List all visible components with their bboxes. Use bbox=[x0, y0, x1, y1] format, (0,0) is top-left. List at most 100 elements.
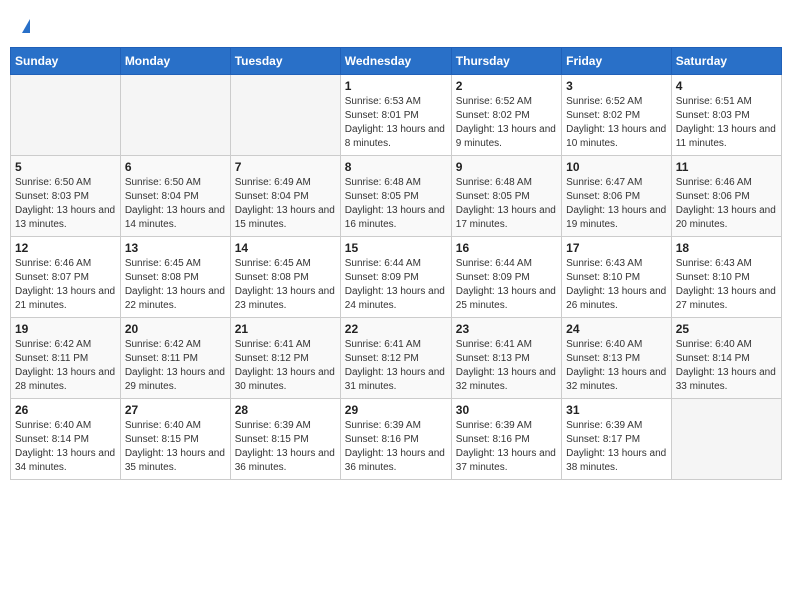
calendar-cell: 2 Sunrise: 6:52 AM Sunset: 8:02 PM Daylig… bbox=[451, 74, 561, 155]
day-number: 17 bbox=[566, 241, 667, 255]
day-info: Sunrise: 6:42 AM Sunset: 8:11 PM Dayligh… bbox=[125, 338, 226, 394]
day-number: 30 bbox=[456, 403, 557, 417]
col-header-friday: Friday bbox=[562, 47, 672, 74]
day-info: Sunrise: 6:50 AM Sunset: 8:04 PM Dayligh… bbox=[125, 176, 226, 232]
day-info: Sunrise: 6:48 AM Sunset: 8:05 PM Dayligh… bbox=[456, 176, 557, 232]
calendar-week-1: 1 Sunrise: 6:53 AM Sunset: 8:01 PM Daylig… bbox=[11, 74, 782, 155]
logo-triangle-icon bbox=[22, 19, 30, 33]
calendar-cell bbox=[230, 74, 340, 155]
col-header-monday: Monday bbox=[120, 47, 230, 74]
day-info: Sunrise: 6:39 AM Sunset: 8:17 PM Dayligh… bbox=[566, 419, 667, 475]
calendar-cell: 29Sunrise: 6:39 AM Sunset: 8:16 PM Dayli… bbox=[340, 398, 451, 479]
calendar-cell: 13 Sunrise: 6:45 AM Sunset: 8:08 PM Dayli… bbox=[120, 236, 230, 317]
day-info: Sunrise: 6:40 AM Sunset: 8:13 PM Dayligh… bbox=[566, 338, 667, 394]
day-number: 28 bbox=[235, 403, 336, 417]
day-info: Sunrise: 6:52 AM Sunset: 8:02 PM Dayligh… bbox=[566, 95, 667, 151]
day-number: 31 bbox=[566, 403, 667, 417]
calendar-cell: 18 Sunrise: 6:43 AM Sunset: 8:10 PM Dayli… bbox=[671, 236, 781, 317]
day-number: 8 bbox=[345, 160, 447, 174]
day-info: Sunrise: 6:39 AM Sunset: 8:15 PM Dayligh… bbox=[235, 419, 336, 475]
day-number: 5 bbox=[15, 160, 116, 174]
calendar-cell: 4Sunrise: 6:51 AM Sunset: 8:03 PM Daylig… bbox=[671, 74, 781, 155]
day-info: Sunrise: 6:43 AM Sunset: 8:10 PM Dayligh… bbox=[676, 257, 777, 313]
calendar-cell: 17 Sunrise: 6:43 AM Sunset: 8:10 PM Dayli… bbox=[562, 236, 672, 317]
day-number: 26 bbox=[15, 403, 116, 417]
day-number: 16 bbox=[456, 241, 557, 255]
day-number: 7 bbox=[235, 160, 336, 174]
calendar-cell: 15Sunrise: 6:44 AM Sunset: 8:09 PM Dayli… bbox=[340, 236, 451, 317]
day-number: 23 bbox=[456, 322, 557, 336]
day-info: Sunrise: 6:45 AM Sunset: 8:08 PM Dayligh… bbox=[125, 257, 226, 313]
day-number: 12 bbox=[15, 241, 116, 255]
day-info: Sunrise: 6:44 AM Sunset: 8:09 PM Dayligh… bbox=[456, 257, 557, 313]
day-number: 14 bbox=[235, 241, 336, 255]
calendar-table: SundayMondayTuesdayWednesdayThursdayFrid… bbox=[10, 47, 782, 480]
calendar-cell bbox=[120, 74, 230, 155]
day-number: 19 bbox=[15, 322, 116, 336]
calendar-cell: 24 Sunrise: 6:40 AM Sunset: 8:13 PM Dayli… bbox=[562, 317, 672, 398]
day-info: Sunrise: 6:42 AM Sunset: 8:11 PM Dayligh… bbox=[15, 338, 116, 394]
col-header-saturday: Saturday bbox=[671, 47, 781, 74]
day-info: Sunrise: 6:40 AM Sunset: 8:15 PM Dayligh… bbox=[125, 419, 226, 475]
calendar-cell: 12 Sunrise: 6:46 AM Sunset: 8:07 PM Dayli… bbox=[11, 236, 121, 317]
calendar-cell: 8 Sunrise: 6:48 AM Sunset: 8:05 PM Daylig… bbox=[340, 155, 451, 236]
day-info: Sunrise: 6:45 AM Sunset: 8:08 PM Dayligh… bbox=[235, 257, 336, 313]
calendar-cell: 19 Sunrise: 6:42 AM Sunset: 8:11 PM Dayli… bbox=[11, 317, 121, 398]
calendar-cell: 5 Sunrise: 6:50 AM Sunset: 8:03 PM Daylig… bbox=[11, 155, 121, 236]
day-info: Sunrise: 6:51 AM Sunset: 8:03 PM Dayligh… bbox=[676, 95, 777, 151]
day-number: 22 bbox=[345, 322, 447, 336]
day-number: 1 bbox=[345, 79, 447, 93]
day-number: 3 bbox=[566, 79, 667, 93]
day-info: Sunrise: 6:40 AM Sunset: 8:14 PM Dayligh… bbox=[15, 419, 116, 475]
day-info: Sunrise: 6:41 AM Sunset: 8:12 PM Dayligh… bbox=[345, 338, 447, 394]
day-number: 11 bbox=[676, 160, 777, 174]
header bbox=[10, 10, 782, 41]
day-number: 24 bbox=[566, 322, 667, 336]
calendar-cell: 27 Sunrise: 6:40 AM Sunset: 8:15 PM Dayli… bbox=[120, 398, 230, 479]
calendar-cell: 3 Sunrise: 6:52 AM Sunset: 8:02 PM Daylig… bbox=[562, 74, 672, 155]
day-number: 27 bbox=[125, 403, 226, 417]
day-info: Sunrise: 6:39 AM Sunset: 8:16 PM Dayligh… bbox=[345, 419, 447, 475]
day-number: 10 bbox=[566, 160, 667, 174]
day-number: 21 bbox=[235, 322, 336, 336]
calendar-cell: 1 Sunrise: 6:53 AM Sunset: 8:01 PM Daylig… bbox=[340, 74, 451, 155]
calendar-cell: 6 Sunrise: 6:50 AM Sunset: 8:04 PM Daylig… bbox=[120, 155, 230, 236]
calendar-cell: 22 Sunrise: 6:41 AM Sunset: 8:12 PM Dayli… bbox=[340, 317, 451, 398]
day-info: Sunrise: 6:46 AM Sunset: 8:07 PM Dayligh… bbox=[15, 257, 116, 313]
calendar-cell bbox=[671, 398, 781, 479]
calendar-week-4: 19 Sunrise: 6:42 AM Sunset: 8:11 PM Dayli… bbox=[11, 317, 782, 398]
col-header-wednesday: Wednesday bbox=[340, 47, 451, 74]
day-number: 20 bbox=[125, 322, 226, 336]
calendar-cell: 20 Sunrise: 6:42 AM Sunset: 8:11 PM Dayli… bbox=[120, 317, 230, 398]
calendar-cell bbox=[11, 74, 121, 155]
day-info: Sunrise: 6:52 AM Sunset: 8:02 PM Dayligh… bbox=[456, 95, 557, 151]
day-info: Sunrise: 6:44 AM Sunset: 8:09 PM Dayligh… bbox=[345, 257, 447, 313]
calendar-cell: 10Sunrise: 6:47 AM Sunset: 8:06 PM Dayli… bbox=[562, 155, 672, 236]
calendar-cell: 7 Sunrise: 6:49 AM Sunset: 8:04 PM Daylig… bbox=[230, 155, 340, 236]
calendar-cell: 11Sunrise: 6:46 AM Sunset: 8:06 PM Dayli… bbox=[671, 155, 781, 236]
day-number: 6 bbox=[125, 160, 226, 174]
calendar-cell: 30 Sunrise: 6:39 AM Sunset: 8:16 PM Dayli… bbox=[451, 398, 561, 479]
day-info: Sunrise: 6:41 AM Sunset: 8:13 PM Dayligh… bbox=[456, 338, 557, 394]
day-info: Sunrise: 6:39 AM Sunset: 8:16 PM Dayligh… bbox=[456, 419, 557, 475]
calendar-cell: 23 Sunrise: 6:41 AM Sunset: 8:13 PM Dayli… bbox=[451, 317, 561, 398]
day-info: Sunrise: 6:48 AM Sunset: 8:05 PM Dayligh… bbox=[345, 176, 447, 232]
day-info: Sunrise: 6:50 AM Sunset: 8:03 PM Dayligh… bbox=[15, 176, 116, 232]
calendar-cell: 16 Sunrise: 6:44 AM Sunset: 8:09 PM Dayli… bbox=[451, 236, 561, 317]
calendar-cell: 26 Sunrise: 6:40 AM Sunset: 8:14 PM Dayli… bbox=[11, 398, 121, 479]
calendar-cell: 9 Sunrise: 6:48 AM Sunset: 8:05 PM Daylig… bbox=[451, 155, 561, 236]
calendar-cell: 21Sunrise: 6:41 AM Sunset: 8:12 PM Dayli… bbox=[230, 317, 340, 398]
logo bbox=[18, 14, 30, 37]
day-info: Sunrise: 6:49 AM Sunset: 8:04 PM Dayligh… bbox=[235, 176, 336, 232]
day-info: Sunrise: 6:43 AM Sunset: 8:10 PM Dayligh… bbox=[566, 257, 667, 313]
day-info: Sunrise: 6:53 AM Sunset: 8:01 PM Dayligh… bbox=[345, 95, 447, 151]
day-number: 2 bbox=[456, 79, 557, 93]
day-info: Sunrise: 6:40 AM Sunset: 8:14 PM Dayligh… bbox=[676, 338, 777, 394]
day-number: 25 bbox=[676, 322, 777, 336]
day-number: 9 bbox=[456, 160, 557, 174]
day-number: 18 bbox=[676, 241, 777, 255]
col-header-sunday: Sunday bbox=[11, 47, 121, 74]
day-number: 13 bbox=[125, 241, 226, 255]
calendar-cell: 14 Sunrise: 6:45 AM Sunset: 8:08 PM Dayli… bbox=[230, 236, 340, 317]
col-header-tuesday: Tuesday bbox=[230, 47, 340, 74]
